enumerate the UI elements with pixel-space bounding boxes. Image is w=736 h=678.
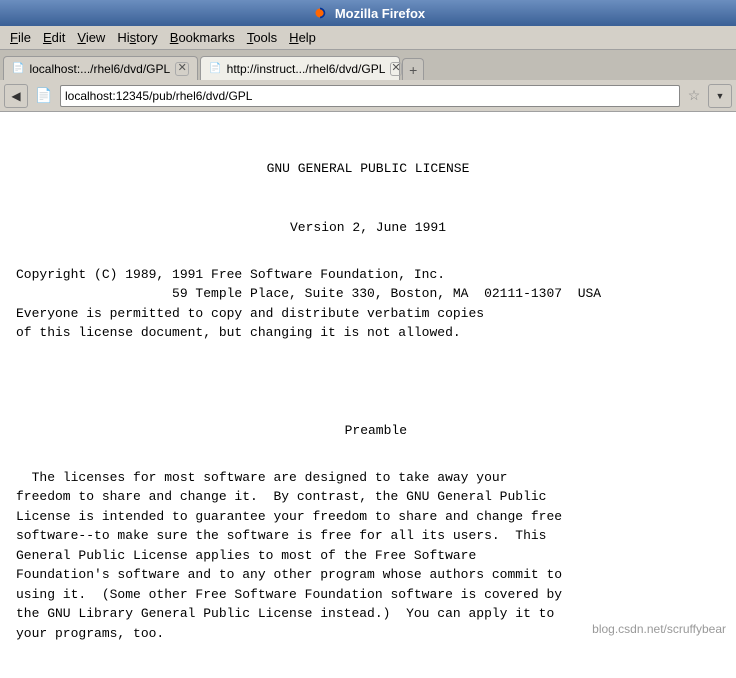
- menu-file[interactable]: File: [4, 28, 37, 47]
- titlebar: Mozilla Firefox: [0, 0, 736, 26]
- bookmark-star[interactable]: ☆: [684, 86, 704, 106]
- menu-tools[interactable]: Tools: [241, 28, 283, 47]
- address-text: localhost:12345/pub/rhel6/dvd/GPL: [65, 89, 675, 103]
- tab-1[interactable]: 📄 localhost:.../rhel6/dvd/GPL ✕: [3, 56, 198, 80]
- back-button[interactable]: ◀: [4, 84, 28, 108]
- content-area: GNU GENERAL PUBLIC LICENSE Version 2, Ju…: [0, 112, 736, 678]
- dropdown-button[interactable]: ▼: [708, 84, 732, 108]
- menu-view[interactable]: View: [71, 28, 111, 47]
- title-line1: GNU GENERAL PUBLIC LICENSE: [267, 161, 470, 176]
- tab-2-close[interactable]: ✕: [390, 62, 401, 76]
- page-icon-2: 📄: [209, 63, 221, 74]
- tab-1-close[interactable]: ✕: [175, 62, 189, 76]
- preamble-heading: Preamble: [16, 401, 720, 440]
- menu-history[interactable]: History: [111, 28, 163, 47]
- preamble-text: The licenses for most software are desig…: [16, 468, 720, 644]
- menu-bookmarks[interactable]: Bookmarks: [164, 28, 241, 47]
- titlebar-text: Mozilla Firefox: [335, 6, 425, 21]
- menu-edit[interactable]: Edit: [37, 28, 71, 47]
- addressbar: ◀ 📄 localhost:12345/pub/rhel6/dvd/GPL ☆ …: [0, 80, 736, 112]
- license-title: GNU GENERAL PUBLIC LICENSE Version 2, Ju…: [16, 140, 720, 238]
- tabbar: 📄 localhost:.../rhel6/dvd/GPL ✕ 📄 http:/…: [0, 50, 736, 80]
- menubar: File Edit View History Bookmarks Tools H…: [0, 26, 736, 50]
- tab-1-label: localhost:.../rhel6/dvd/GPL: [29, 62, 170, 76]
- title-line2: Version 2, June 1991: [290, 220, 446, 235]
- tab-2[interactable]: 📄 http://instruct.../rhel6/dvd/GPL ✕: [200, 56, 400, 80]
- firefox-icon: [311, 4, 329, 22]
- new-tab-button[interactable]: +: [402, 58, 424, 80]
- address-bar-input[interactable]: localhost:12345/pub/rhel6/dvd/GPL: [60, 85, 680, 107]
- page-icon-1: 📄: [12, 63, 24, 74]
- copyright-block: Copyright (C) 1989, 1991 Free Software F…: [16, 265, 720, 343]
- tab-2-label: http://instruct.../rhel6/dvd/GPL: [227, 62, 386, 76]
- menu-help[interactable]: Help: [283, 28, 322, 47]
- page-icon-address: 📄: [32, 84, 56, 108]
